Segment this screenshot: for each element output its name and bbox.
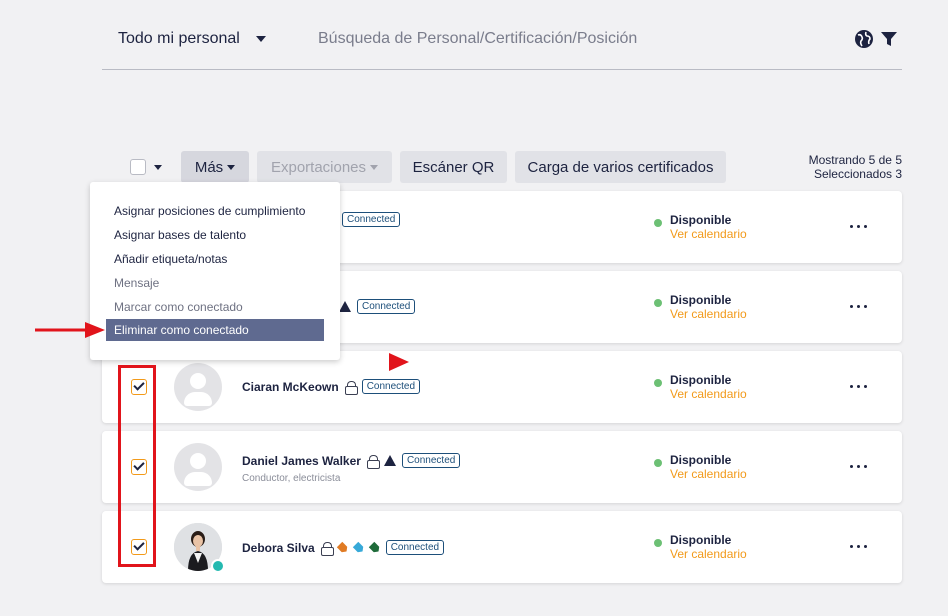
chevron-down-icon [370,164,379,170]
exports-button[interactable]: Exportaciones [257,151,392,183]
row-menu-icon[interactable] [850,225,867,228]
menu-item-assign-compliance[interactable]: Asignar posiciones de cumplimiento [114,204,305,218]
status-text: Disponible [670,533,732,547]
chevron-down-icon [227,164,236,170]
selection-counter: Mostrando 5 de 5 Seleccionados 3 [809,153,902,181]
verified-icon [211,559,225,573]
tag-blue-icon [352,541,365,554]
available-dot [654,219,662,227]
lock-icon [320,541,334,556]
lock-icon [366,454,380,469]
avatar [174,363,222,411]
select-all-checkbox[interactable] [130,159,146,175]
selected-count: Seleccionados 3 [813,167,902,181]
globe-icon[interactable] [854,29,874,49]
warning-icon [383,455,396,466]
person-name[interactable]: Daniel James Walker [242,454,361,468]
available-dot [654,459,662,467]
annotation-arrow-icon [35,322,105,338]
status-text: Disponible [670,373,732,387]
annotation-highlight-box [118,365,156,567]
top-bar: Todo mi personal [0,0,948,80]
scope-label: Todo mi personal [118,30,240,47]
filter-icon[interactable] [880,30,898,48]
list-item[interactable]: Daniel James Walker Connected Conductor,… [102,431,902,503]
row-name-line: Connected [339,299,416,314]
more-actions-menu: Asignar posiciones de cumplimiento Asign… [90,182,340,360]
calendar-link[interactable]: Ver calendario [670,227,747,241]
connected-badge: Connected [401,453,461,468]
connected-badge: Connected [385,540,445,555]
menu-item-mark-connected[interactable]: Marcar como conectado [114,300,243,314]
more-button[interactable]: Más [181,151,249,183]
row-menu-icon[interactable] [850,545,867,548]
qr-scanner-label: Escáner QR [412,158,495,176]
status-text: Disponible [670,453,732,467]
calendar-link[interactable]: Ver calendario [670,387,747,401]
showing-count: Mostrando 5 de 5 [808,153,902,167]
menu-item-remove-connected[interactable]: Eliminar como conectado [106,319,324,341]
lock-icon [344,380,358,395]
row-name-line: Ciaran McKeown Connected [242,379,421,395]
bulk-certificates-label: Carga de varios certificados [527,158,714,176]
exports-label: Exportaciones [270,158,367,176]
tag-orange-icon [336,541,349,554]
menu-item-add-tag-notes[interactable]: Añadir etiqueta/notas [114,252,227,266]
row-menu-icon[interactable] [850,305,867,308]
row-name-line: Connected [342,212,401,227]
connected-badge: Connected [361,379,421,394]
more-label: Más [194,158,224,176]
menu-item-message[interactable]: Mensaje [114,276,159,290]
person-name[interactable]: Ciaran McKeown [242,380,339,394]
scope-dropdown[interactable]: Todo mi personal [118,30,266,48]
row-name-line: Debora Silva Connected [242,540,445,556]
calendar-link[interactable]: Ver calendario [670,467,747,481]
calendar-link[interactable]: Ver calendario [670,547,747,561]
connected-badge: Connected [342,212,401,227]
search-input[interactable] [318,30,798,48]
available-dot [654,539,662,547]
available-dot [654,299,662,307]
chevron-down-icon [255,36,266,42]
row-name-line: Daniel James Walker Connected [242,453,461,469]
calendar-link[interactable]: Ver calendario [670,307,747,321]
annotation-pointer-icon [389,353,409,371]
list-item[interactable]: Ciaran McKeown Connected Disponible Ver … [102,351,902,423]
row-menu-icon[interactable] [850,385,867,388]
qr-scanner-button[interactable]: Escáner QR [400,151,507,183]
chevron-down-icon[interactable] [154,164,162,170]
person-name[interactable]: Debora Silva [242,541,315,555]
tag-green-icon [368,541,381,554]
row-menu-icon[interactable] [850,465,867,468]
status-text: Disponible [670,293,732,307]
select-all[interactable] [130,159,162,175]
header-divider [102,69,902,70]
avatar [174,443,222,491]
connected-badge: Connected [357,299,416,314]
available-dot [654,379,662,387]
list-item[interactable]: Debora Silva Connected Disponible Ver ca… [102,511,902,583]
warning-icon [339,301,351,312]
status-text: Disponible [670,213,732,227]
person-positions: Conductor, electricista [242,473,341,484]
bulk-certificates-button[interactable]: Carga de varios certificados [515,151,726,183]
menu-item-assign-talent-pools[interactable]: Asignar bases de talento [114,228,246,242]
